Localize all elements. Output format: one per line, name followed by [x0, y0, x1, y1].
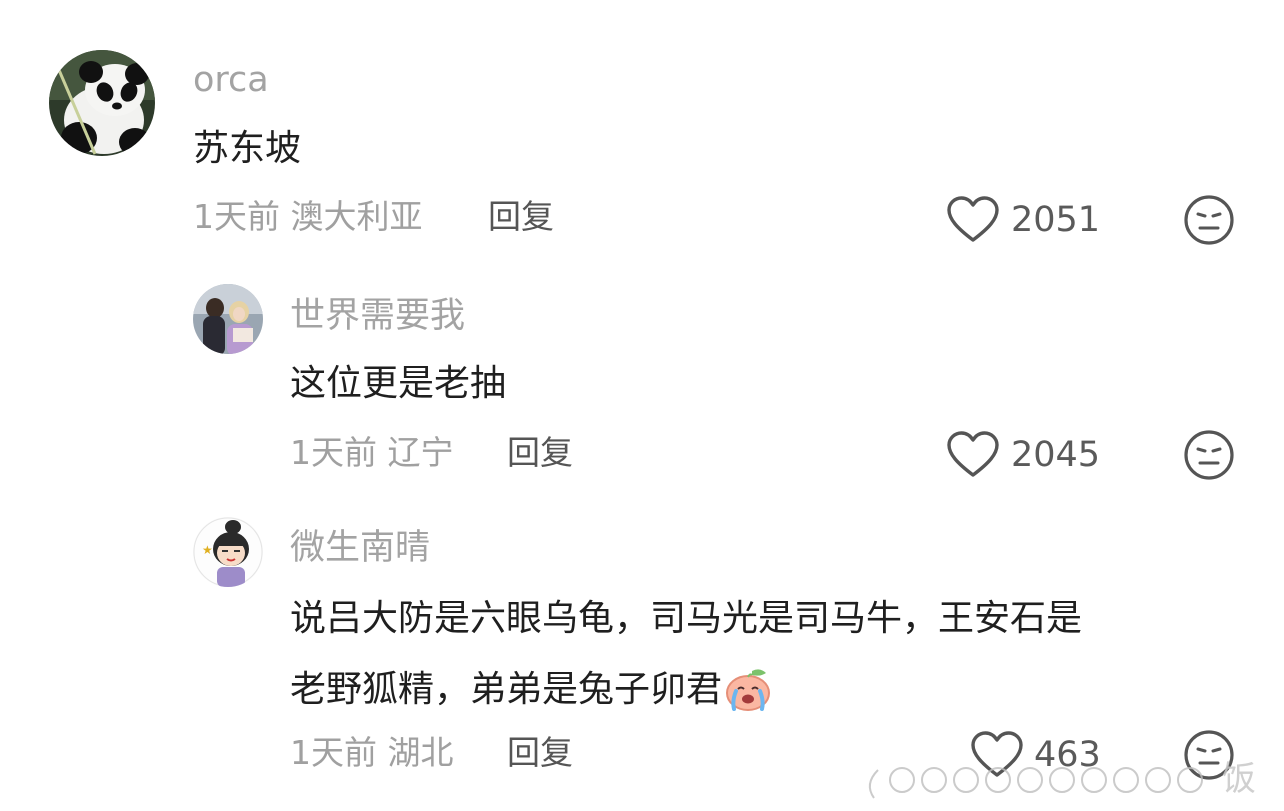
location: 湖北 — [387, 733, 454, 772]
like-count: 2051 — [1011, 200, 1101, 240]
heart-icon[interactable] — [946, 195, 1000, 245]
comment-meta: 1天前 湖北 — [290, 736, 454, 769]
comment-text-line-text: 老野狐精，弟弟是兔子卯君 — [290, 669, 723, 710]
watermark-text: 饭 — [1222, 759, 1256, 799]
timestamp: 1天前 — [290, 433, 377, 472]
reply-comment-item: 世界需要我 这位更是老抽 1天前 辽宁 回复 2045 — [0, 270, 1284, 500]
reply-button[interactable]: 回复 — [507, 736, 573, 769]
comment-text-line: 苏东坡 — [193, 128, 302, 169]
comment-meta: 1天前 澳大利亚 — [193, 200, 423, 233]
comment-item: orca 苏东坡 1天前 澳大利亚 回复 2051 — [0, 0, 1284, 260]
cartoon-girl-avatar-image: ★ — [193, 517, 263, 587]
location: 澳大利亚 — [290, 197, 423, 236]
comment-text-line: 这位更是老抽 — [290, 363, 507, 404]
couple-avatar-image — [193, 284, 263, 354]
reply-button[interactable]: 回复 — [488, 200, 554, 233]
reply-button[interactable]: 回复 — [507, 436, 573, 469]
location: 辽宁 — [387, 433, 454, 472]
svg-text:★: ★ — [202, 543, 213, 557]
comment-text-line: 老野狐精，弟弟是兔子卯君 — [290, 665, 1082, 711]
crying-peach-emoji-icon — [722, 665, 772, 711]
meh-face-icon[interactable] — [1183, 429, 1235, 481]
avatar[interactable] — [49, 50, 155, 156]
meh-face-icon[interactable] — [1183, 194, 1235, 246]
watermark-logo-icon — [868, 767, 1203, 799]
avatar[interactable] — [193, 284, 263, 354]
comment-text-line: 说吕大防是六眼乌龟，司马光是司马牛，王安石是 — [290, 598, 1083, 639]
comment-meta: 1天前 辽宁 — [290, 436, 454, 469]
avatar[interactable]: ★ — [193, 517, 263, 587]
comment-text: 说吕大防是六眼乌龟，司马光是司马牛，王安石是 老野狐精，弟弟是兔子卯君 — [290, 601, 1082, 711]
comment-text: 这位更是老抽 — [290, 366, 506, 402]
watermark: 饭 — [860, 760, 1284, 808]
timestamp: 1天前 — [193, 197, 280, 236]
username[interactable]: 微生南晴 — [290, 531, 430, 566]
username[interactable]: 世界需要我 — [290, 299, 465, 334]
panda-avatar-image — [49, 50, 155, 156]
like-count: 2045 — [1011, 435, 1101, 475]
comment-text: 苏东坡 — [193, 131, 301, 167]
username[interactable]: orca — [193, 63, 269, 98]
heart-icon[interactable] — [946, 430, 1000, 480]
timestamp: 1天前 — [290, 733, 377, 772]
